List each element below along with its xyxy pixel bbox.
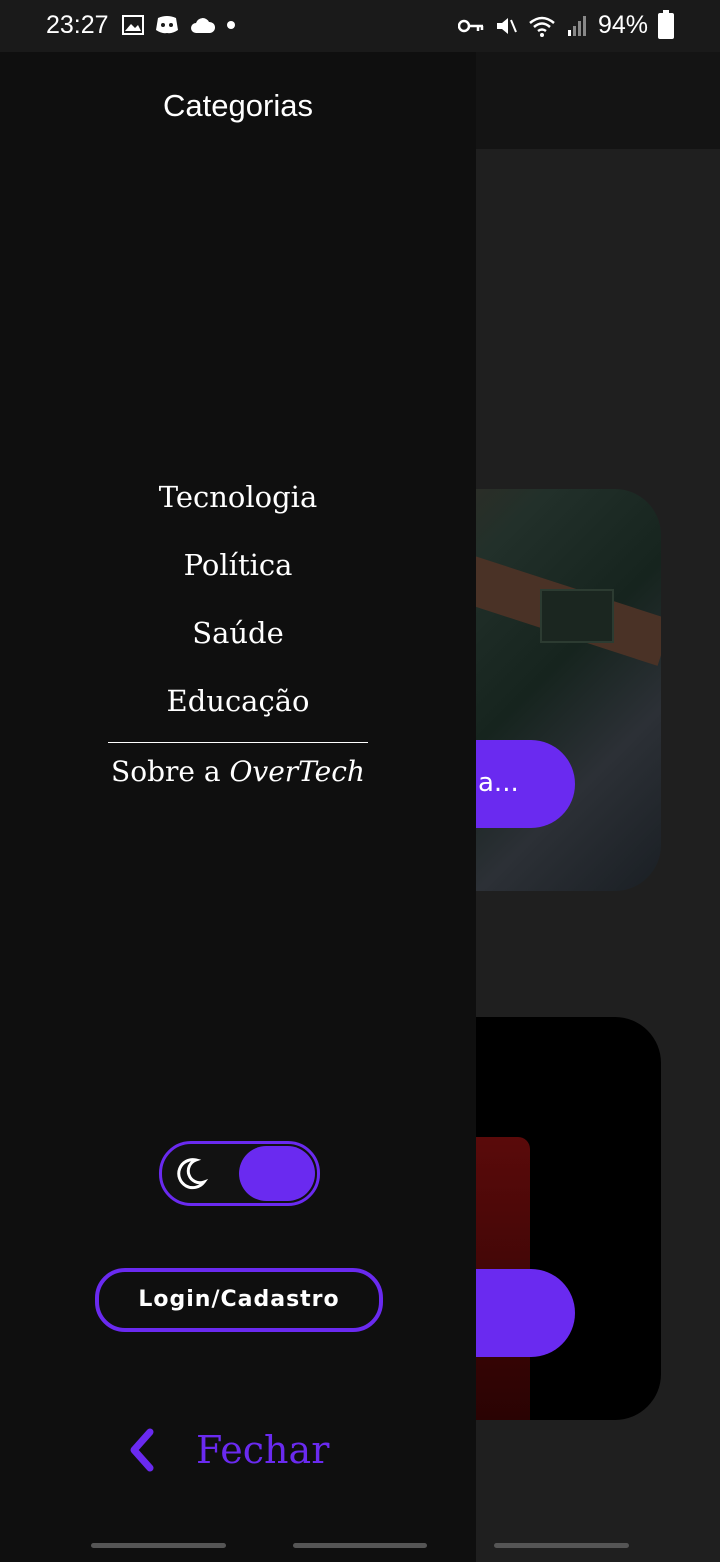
about-brand: OverTech (229, 755, 365, 788)
chevron-left-icon (130, 1428, 154, 1472)
card-image-chip (540, 589, 614, 643)
mute-icon (496, 17, 517, 34)
moon-icon (177, 1158, 208, 1190)
cloud-icon (191, 18, 216, 33)
nav-handle-center[interactable] (293, 1543, 427, 1548)
navigation-drawer: Categorias Tecnologia Política Saúde Edu… (0, 52, 476, 1562)
toggle-knob (239, 1146, 315, 1201)
login-button[interactable]: Login/Cadastro (95, 1268, 383, 1332)
menu-item-saude[interactable]: Saúde (0, 608, 476, 676)
menu-item-politica[interactable]: Política (0, 540, 476, 608)
menu-item-about[interactable]: Sobre a OverTech (0, 755, 476, 788)
category-menu: Tecnologia Política Saúde Educação Sobre… (0, 472, 476, 788)
wifi-icon (529, 16, 555, 37)
notification-icons (122, 14, 236, 36)
nav-handle-right[interactable] (494, 1543, 629, 1548)
menu-item-educacao[interactable]: Educação (0, 676, 476, 744)
nav-handle-left[interactable] (91, 1543, 226, 1548)
drawer-title: Categorias (163, 88, 313, 123)
close-label: Fechar (196, 1428, 330, 1472)
dark-mode-toggle[interactable] (159, 1141, 320, 1206)
dot-icon (227, 21, 235, 29)
close-drawer-button[interactable]: Fechar (122, 1422, 329, 1478)
status-time: 23:27 (46, 11, 109, 39)
read-more-label: a... (478, 768, 519, 798)
menu-divider (108, 742, 368, 743)
status-bar: 23:27 94% (0, 0, 720, 52)
system-icons: 94% (457, 9, 674, 40)
menu-item-tecnologia[interactable]: Tecnologia (0, 472, 476, 540)
about-prefix: Sobre a (111, 755, 230, 788)
discord-icon (156, 16, 178, 34)
image-icon (122, 15, 144, 35)
battery-icon (658, 9, 674, 39)
signal-icon (567, 15, 586, 36)
battery-percentage: 94% (597, 11, 648, 39)
key-icon (457, 19, 484, 32)
